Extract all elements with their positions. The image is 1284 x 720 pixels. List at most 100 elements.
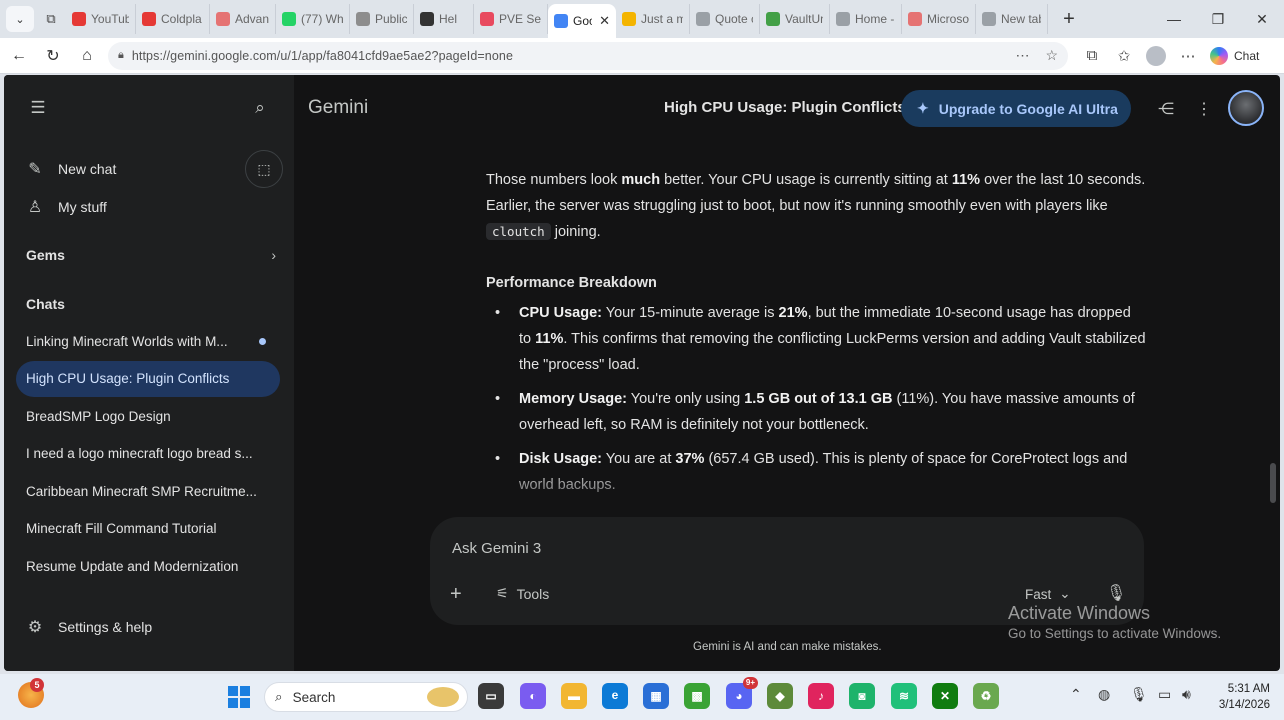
chat-history-item[interactable]: I need a logo minecraft logo bread s...: [16, 436, 280, 472]
refresh-button[interactable]: ↻: [36, 41, 70, 71]
audio-app-icon[interactable]: ≋: [891, 683, 917, 709]
browser-tab[interactable]: Hel: [414, 4, 474, 34]
prompt-input[interactable]: Ask Gemini 3: [452, 540, 541, 557]
home-button[interactable]: ⌂: [70, 41, 104, 71]
menu-icon[interactable]: ☰: [20, 90, 56, 126]
more-options-icon[interactable]: ⋮: [1192, 97, 1216, 121]
settings-help-button[interactable]: ⚙ Settings & help: [26, 617, 152, 637]
scrollbar-thumb[interactable]: [1270, 463, 1276, 503]
volume-icon[interactable]: 🔊︎: [1182, 686, 1191, 703]
browser-tab[interactable]: YouTube: [66, 4, 136, 34]
sidebar: ☰ ⌕ ✎ New chat ⬚ ♙ My stuff Gems › Chats…: [4, 75, 294, 671]
chat-history-item[interactable]: Resume Update and Modernization: [16, 548, 280, 584]
new-tab-button[interactable]: +: [1056, 6, 1082, 32]
search-highlight-icon: [427, 687, 459, 707]
browser-tab[interactable]: Coldpla: [136, 4, 210, 34]
gems-section[interactable]: Gems ›: [26, 247, 276, 263]
whatsapp-icon: [282, 12, 296, 26]
favorites-icon[interactable]: ✩: [1108, 41, 1140, 71]
workspaces-icon[interactable]: ⧉: [38, 6, 64, 32]
inline-code: cloutch: [486, 223, 551, 240]
chat-history-item[interactable]: BreadSMP Logo Design: [16, 398, 280, 434]
minimize-button[interactable]: —: [1154, 0, 1194, 38]
more-site-options-icon[interactable]: ⋯: [1015, 47, 1029, 64]
minecraft-launcher-icon[interactable]: ◆: [767, 683, 793, 709]
discord-badge: 9+: [742, 677, 758, 689]
add-attachment-icon[interactable]: +: [450, 583, 462, 606]
favorite-star-icon[interactable]: ☆: [1045, 47, 1058, 64]
minecraft-icon[interactable]: ▩: [684, 683, 710, 709]
browser-tab[interactable]: Quote c: [690, 4, 760, 34]
browser-tab[interactable]: Advanc: [210, 4, 276, 34]
system-clock[interactable]: 5:31 AM 3/14/2026: [1206, 681, 1270, 713]
network-icon[interactable]: ◍: [1098, 686, 1110, 703]
chat-history-item[interactable]: High CPU Usage: Plugin Conflicts: [16, 360, 280, 397]
maximize-button[interactable]: ❐: [1198, 0, 1238, 38]
profile-icon[interactable]: [1140, 41, 1172, 71]
upgrade-button[interactable]: ✦ Upgrade to Google AI Ultra: [901, 90, 1131, 127]
chat-item-label: Caribbean Minecraft SMP Recruitme...: [26, 483, 257, 499]
browser-tab[interactable]: Home -: [830, 4, 902, 34]
microphone-icon[interactable]: 🎙︎: [1106, 583, 1126, 603]
settings-label: Settings & help: [58, 619, 153, 635]
display-icon[interactable]: ▭: [1158, 686, 1171, 703]
app-title[interactable]: Gemini: [308, 97, 368, 119]
chats-heading: Chats: [26, 296, 65, 312]
weather-widget-icon[interactable]: 5: [18, 678, 44, 708]
edge-browser-icon[interactable]: e: [602, 683, 628, 709]
url-field[interactable]: 🔒︎ https://gemini.google.com/u/1/app/fa8…: [108, 41, 1068, 70]
conversation-title[interactable]: High CPU Usage: Plugin Conflicts: [664, 99, 906, 116]
browser-tab[interactable]: Just a m: [616, 4, 690, 34]
back-button[interactable]: ←: [2, 41, 36, 71]
file-explorer-icon[interactable]: ▬: [561, 683, 587, 709]
browser-tab[interactable]: VaultUn: [760, 4, 830, 34]
copilot-label: Chat: [1234, 48, 1260, 63]
close-tab-icon[interactable]: ✕: [599, 13, 610, 29]
browser-tab[interactable]: PVE Ser: [474, 4, 548, 34]
browser-tab[interactable]: Goo ✕: [548, 4, 616, 38]
tools-label: Tools: [516, 585, 550, 602]
browser-tab[interactable]: (77) Wh: [276, 4, 350, 34]
search-icon[interactable]: ⌕: [242, 90, 278, 126]
settings-more-icon[interactable]: ⋯: [1172, 41, 1204, 71]
extensions-icon[interactable]: ⧉: [1076, 41, 1108, 71]
tab-label: New tab: [1001, 12, 1041, 26]
close-window-button[interactable]: ✕: [1242, 0, 1282, 38]
copilot-chat-button[interactable]: Chat: [1210, 46, 1260, 65]
recycle-icon[interactable]: ♻: [973, 683, 999, 709]
site-info-icon[interactable]: 🔒︎: [118, 49, 124, 62]
taskbar-search[interactable]: ⌕ Search: [264, 682, 468, 712]
account-avatar[interactable]: [1228, 90, 1264, 126]
discord-icon[interactable]: ◕ 9+: [726, 677, 758, 709]
chevron-up-icon[interactable]: ⌃: [1070, 686, 1082, 703]
notification-badge: 5: [30, 678, 44, 692]
tools-button[interactable]: ⚟ Tools: [496, 585, 549, 602]
start-button[interactable]: [228, 686, 250, 708]
browser-tab[interactable]: New tab: [976, 4, 1048, 34]
copilot-app-icon[interactable]: ◐: [520, 683, 546, 709]
xbox-icon[interactable]: ✕: [932, 683, 958, 709]
app-icon[interactable]: ◙: [849, 683, 875, 709]
task-view-icon[interactable]: ▭: [478, 683, 504, 709]
browser-tab[interactable]: Public: [350, 4, 414, 34]
new-chat-button[interactable]: ✎ New chat: [26, 159, 116, 179]
microphone-tray-icon[interactable]: 🎙︎: [1130, 686, 1148, 703]
tab-actions-menu-button[interactable]: ⌄: [6, 6, 34, 32]
share-icon[interactable]: ⋲: [1154, 97, 1178, 121]
chat-item-label: Resume Update and Modernization: [26, 558, 239, 574]
my-stuff-button[interactable]: ♙ My stuff: [26, 197, 107, 217]
app-icon: [420, 12, 434, 26]
disclaimer-text: Gemini is AI and can make mistakes.: [693, 641, 882, 653]
tiktok-icon[interactable]: ♪: [808, 683, 834, 709]
activate-windows-watermark: Activate Windows Go to Settings to activ…: [1008, 603, 1221, 641]
browser-tab[interactable]: Microso: [902, 4, 976, 34]
bold-run: Memory Usage:: [519, 391, 627, 407]
chat-history-item[interactable]: Caribbean Minecraft SMP Recruitme...: [16, 473, 280, 509]
temporary-chat-button[interactable]: ⬚: [245, 150, 283, 188]
store-icon[interactable]: ▦: [643, 683, 669, 709]
bold-run: CPU Usage:: [519, 305, 602, 321]
tab-label: (77) Wh: [301, 12, 343, 26]
model-mode-dropdown[interactable]: Fast ⌄: [1025, 586, 1071, 602]
chat-history-item[interactable]: Minecraft Fill Command Tutorial: [16, 511, 280, 547]
chat-history-item[interactable]: Linking Minecraft Worlds with M...: [16, 323, 280, 359]
